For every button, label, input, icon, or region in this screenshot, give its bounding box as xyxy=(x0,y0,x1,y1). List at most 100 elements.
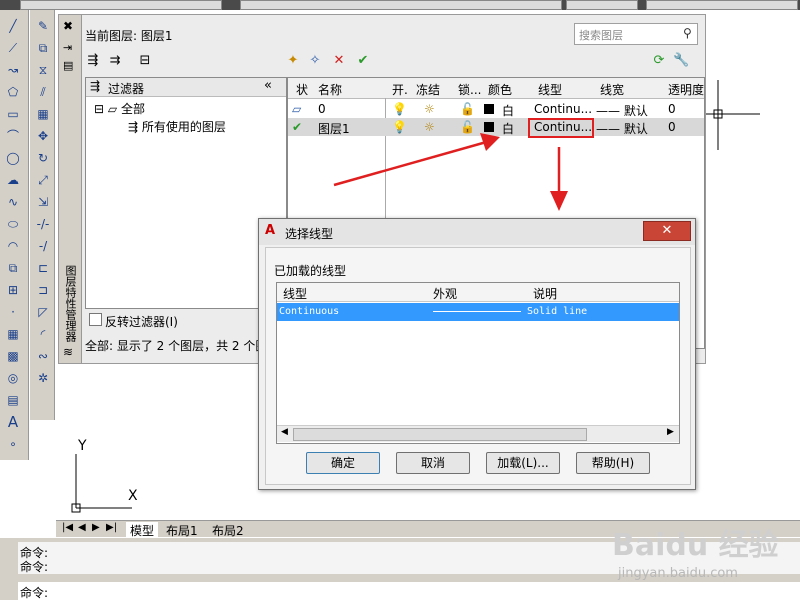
polygon-icon[interactable]: ⬠ xyxy=(4,84,22,100)
revcloud-icon[interactable]: ☁ xyxy=(4,172,22,188)
refresh-icon[interactable]: ⟳ xyxy=(651,53,667,69)
group-filter-icon[interactable]: ⇉ xyxy=(107,53,123,69)
linetype-list[interactable]: 线型 外观 说明 Continuous Solid line ◀ ▶ xyxy=(276,282,680,444)
point-icon[interactable]: · xyxy=(4,304,22,320)
invert-filter-checkbox[interactable] xyxy=(89,313,102,326)
layer-transparency[interactable]: 0 xyxy=(668,102,676,116)
move-icon[interactable]: ✥ xyxy=(34,128,52,144)
offset-icon[interactable]: ⫽ xyxy=(34,84,52,100)
tree-item-all[interactable]: ⊟ ▱ 全部 xyxy=(94,100,145,117)
dialog-close-button[interactable]: ✕ xyxy=(643,221,691,241)
tab-model[interactable]: 模型 xyxy=(126,522,159,539)
scroll-right-icon[interactable]: ▶ xyxy=(667,427,674,437)
tree-item-used-layers[interactable]: ⇶ 所有使用的图层 xyxy=(128,118,226,135)
col-appearance[interactable]: 外观 xyxy=(433,285,457,302)
xline-icon[interactable]: ⟋ xyxy=(4,40,22,56)
toolbar-segment[interactable] xyxy=(646,0,798,10)
tab-nav-prev-icon[interactable]: ◀ xyxy=(78,522,86,533)
col-lineweight[interactable]: 线宽 xyxy=(600,81,624,98)
col-on[interactable]: 开. xyxy=(392,81,408,98)
tab-nav-first-icon[interactable]: |◀ xyxy=(62,522,73,533)
mirror-icon[interactable]: ⧖ xyxy=(34,62,52,78)
toolbar-segment[interactable] xyxy=(240,0,562,10)
col-lock[interactable]: 锁... xyxy=(458,81,481,98)
insert-block-icon[interactable]: ⧉ xyxy=(4,260,22,276)
add-selected-icon[interactable]: ∘ xyxy=(4,436,22,452)
layer-name[interactable]: 0 xyxy=(318,102,326,116)
col-freeze[interactable]: 冻结 xyxy=(416,81,440,98)
array-icon[interactable]: ▦ xyxy=(34,106,52,122)
col-status[interactable]: 状 xyxy=(296,81,308,98)
join-icon[interactable]: ⊐ xyxy=(34,282,52,298)
invert-filter-row[interactable]: 反转过滤器(I) xyxy=(85,311,285,329)
col-linetype[interactable]: 线型 xyxy=(283,285,307,302)
erase-icon[interactable]: ✎ xyxy=(34,18,52,34)
hatch-icon[interactable]: ▦ xyxy=(4,326,22,342)
col-transparency[interactable]: 透明度 xyxy=(668,81,704,98)
tab-nav-last-icon[interactable]: ▶| xyxy=(106,522,117,533)
cancel-button[interactable]: 取消 xyxy=(396,452,470,474)
unlock-icon[interactable]: 🔓 xyxy=(460,102,475,116)
lightbulb-icon[interactable]: 💡 xyxy=(392,102,407,116)
toolbar-segment[interactable] xyxy=(566,0,638,10)
col-color[interactable]: 颜色 xyxy=(488,81,512,98)
rectangle-icon[interactable]: ▭ xyxy=(4,106,22,122)
extend-icon[interactable]: -/ xyxy=(34,238,52,254)
table-row[interactable]: ▱ 0 💡 ☼ 🔓 白 Continu... —— 默认 0 xyxy=(288,100,704,118)
layer-color[interactable]: 白 xyxy=(502,102,514,119)
help-button[interactable]: 帮助(H) xyxy=(576,452,650,474)
set-current-icon[interactable]: ✔ xyxy=(355,53,371,69)
sun-icon[interactable]: ☼ xyxy=(424,102,435,116)
blend-icon[interactable]: ∾ xyxy=(34,348,52,364)
polyline-icon[interactable]: ↝ xyxy=(4,62,22,78)
delete-layer-icon[interactable]: ✕ xyxy=(331,53,347,69)
color-swatch[interactable] xyxy=(484,104,494,114)
text-icon[interactable]: A xyxy=(4,414,22,430)
trim-icon[interactable]: -/- xyxy=(34,216,52,232)
scale-icon[interactable]: ⤢ xyxy=(34,172,52,188)
copy-icon[interactable]: ⧉ xyxy=(34,40,52,56)
pin-icon[interactable]: ⇥ xyxy=(63,41,72,54)
new-vp-frozen-layer-icon[interactable]: ✧ xyxy=(307,53,323,69)
break-icon[interactable]: ⊏ xyxy=(34,260,52,276)
close-icon[interactable]: ✖ xyxy=(63,19,73,33)
col-name[interactable]: 名称 xyxy=(318,81,342,98)
stretch-icon[interactable]: ⇲ xyxy=(34,194,52,210)
explode-icon[interactable]: ✲ xyxy=(34,370,52,386)
fillet-icon[interactable]: ◜ xyxy=(34,326,52,342)
tab-layout1[interactable]: 布局1 xyxy=(166,522,198,539)
tree-expand-icon[interactable]: ⊟ xyxy=(94,102,104,116)
layer-linetype[interactable]: Continu... xyxy=(534,102,592,116)
toolbar-segment[interactable] xyxy=(20,0,222,10)
palette-title-bar[interactable]: ✖ ⇥ ▤ 图层特性管理器 ≋ xyxy=(59,15,82,363)
tab-nav-next-icon[interactable]: ▶ xyxy=(92,522,100,533)
col-description[interactable]: 说明 xyxy=(533,285,557,302)
col-linetype[interactable]: 线型 xyxy=(538,81,562,98)
layer-transparency[interactable]: 0 xyxy=(668,120,676,134)
properties-icon[interactable]: ▤ xyxy=(63,59,73,72)
ellipse-icon[interactable]: ⬭ xyxy=(4,216,22,232)
horizontal-scrollbar[interactable]: ◀ ▶ xyxy=(277,425,679,442)
make-block-icon[interactable]: ⊞ xyxy=(4,282,22,298)
list-item[interactable]: Continuous Solid line xyxy=(277,303,679,321)
rotate-icon[interactable]: ↻ xyxy=(34,150,52,166)
line-icon[interactable]: ╱ xyxy=(4,18,22,34)
search-layers-input[interactable]: 搜索图层 ⚲ xyxy=(574,23,698,45)
arc-icon[interactable]: ⌒ xyxy=(4,128,22,144)
settings-icon[interactable]: 🔧 xyxy=(673,53,689,69)
dialog-title-bar[interactable]: A 选择线型 ✕ xyxy=(259,219,695,245)
layer-lineweight[interactable]: —— 默认 xyxy=(596,120,648,137)
ok-button[interactable]: 确定 xyxy=(306,452,380,474)
scrollbar-thumb[interactable] xyxy=(293,428,587,441)
gradient-icon[interactable]: ▩ xyxy=(4,348,22,364)
region-icon[interactable]: ◎ xyxy=(4,370,22,386)
search-icon[interactable]: ⚲ xyxy=(683,26,692,40)
collapse-filter-button[interactable]: « xyxy=(264,78,272,93)
new-filter-icon[interactable]: ⇶ xyxy=(85,53,101,69)
scroll-left-icon[interactable]: ◀ xyxy=(281,427,288,437)
tab-layout2[interactable]: 布局2 xyxy=(212,522,244,539)
new-layer-icon[interactable]: ✦ xyxy=(285,53,301,69)
circle-icon[interactable]: ◯ xyxy=(4,150,22,166)
ellipse-arc-icon[interactable]: ◠ xyxy=(4,238,22,254)
layer-lineweight[interactable]: —— 默认 xyxy=(596,102,648,119)
